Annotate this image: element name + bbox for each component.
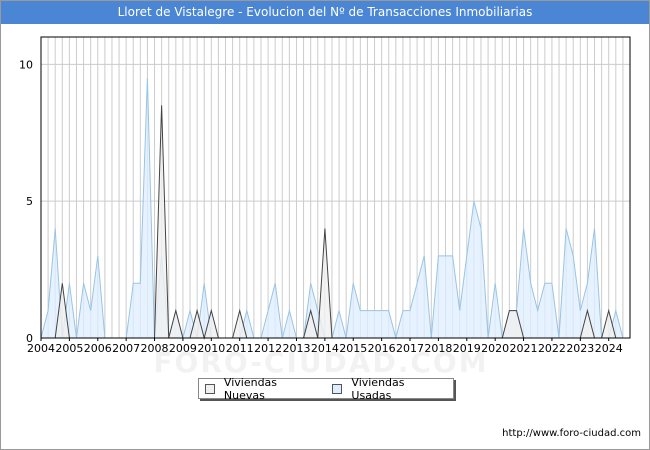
x-tick-label: 2017 [396,342,424,355]
x-tick-label: 2018 [424,342,452,355]
legend-swatch-usadas [332,383,343,394]
x-tick-label: 2011 [226,342,254,355]
x-tick-label: 2004 [27,342,55,355]
x-tick-label: 2014 [311,342,339,355]
x-tick-label: 2009 [169,342,197,355]
legend-label-usadas: Viviendas Usadas [351,375,405,402]
legend-swatch-nuevas [205,383,215,394]
x-tick-label: 2015 [339,342,367,355]
plot-area [41,37,630,338]
legend-label-nuevas: Viviendas Nuevas [223,375,278,402]
x-tick-label: 2005 [55,342,83,355]
x-tick-label: 2020 [481,342,509,355]
source-url: http://www.foro-ciudad.com [502,428,641,439]
x-tick-label: 2013 [282,342,310,355]
chart-frame: Lloret de Vistalegre - Evolucion del Nº … [0,0,650,450]
legend-item-usadas: Viviendas Usadas [332,376,447,402]
x-tick-label: 2021 [510,342,538,355]
x-tick-label: 2006 [84,342,112,355]
x-tick-label: 2024 [595,342,623,355]
y-tick-label: 5 [26,195,33,208]
legend-item-nuevas: Viviendas Nuevas [205,376,320,402]
x-tick-label: 2023 [566,342,594,355]
x-tick-label: 2022 [538,342,566,355]
x-tick-label: 2012 [254,342,282,355]
x-tick-label: 2010 [197,342,225,355]
x-tick-label: 2019 [453,342,481,355]
y-tick-label: 10 [19,58,33,71]
x-tick-label: 2016 [368,342,396,355]
x-tick-label: 2008 [141,342,169,355]
x-tick-label: 2007 [112,342,140,355]
legend: Viviendas Nuevas Viviendas Usadas [198,376,454,402]
grid-layer [40,37,631,339]
